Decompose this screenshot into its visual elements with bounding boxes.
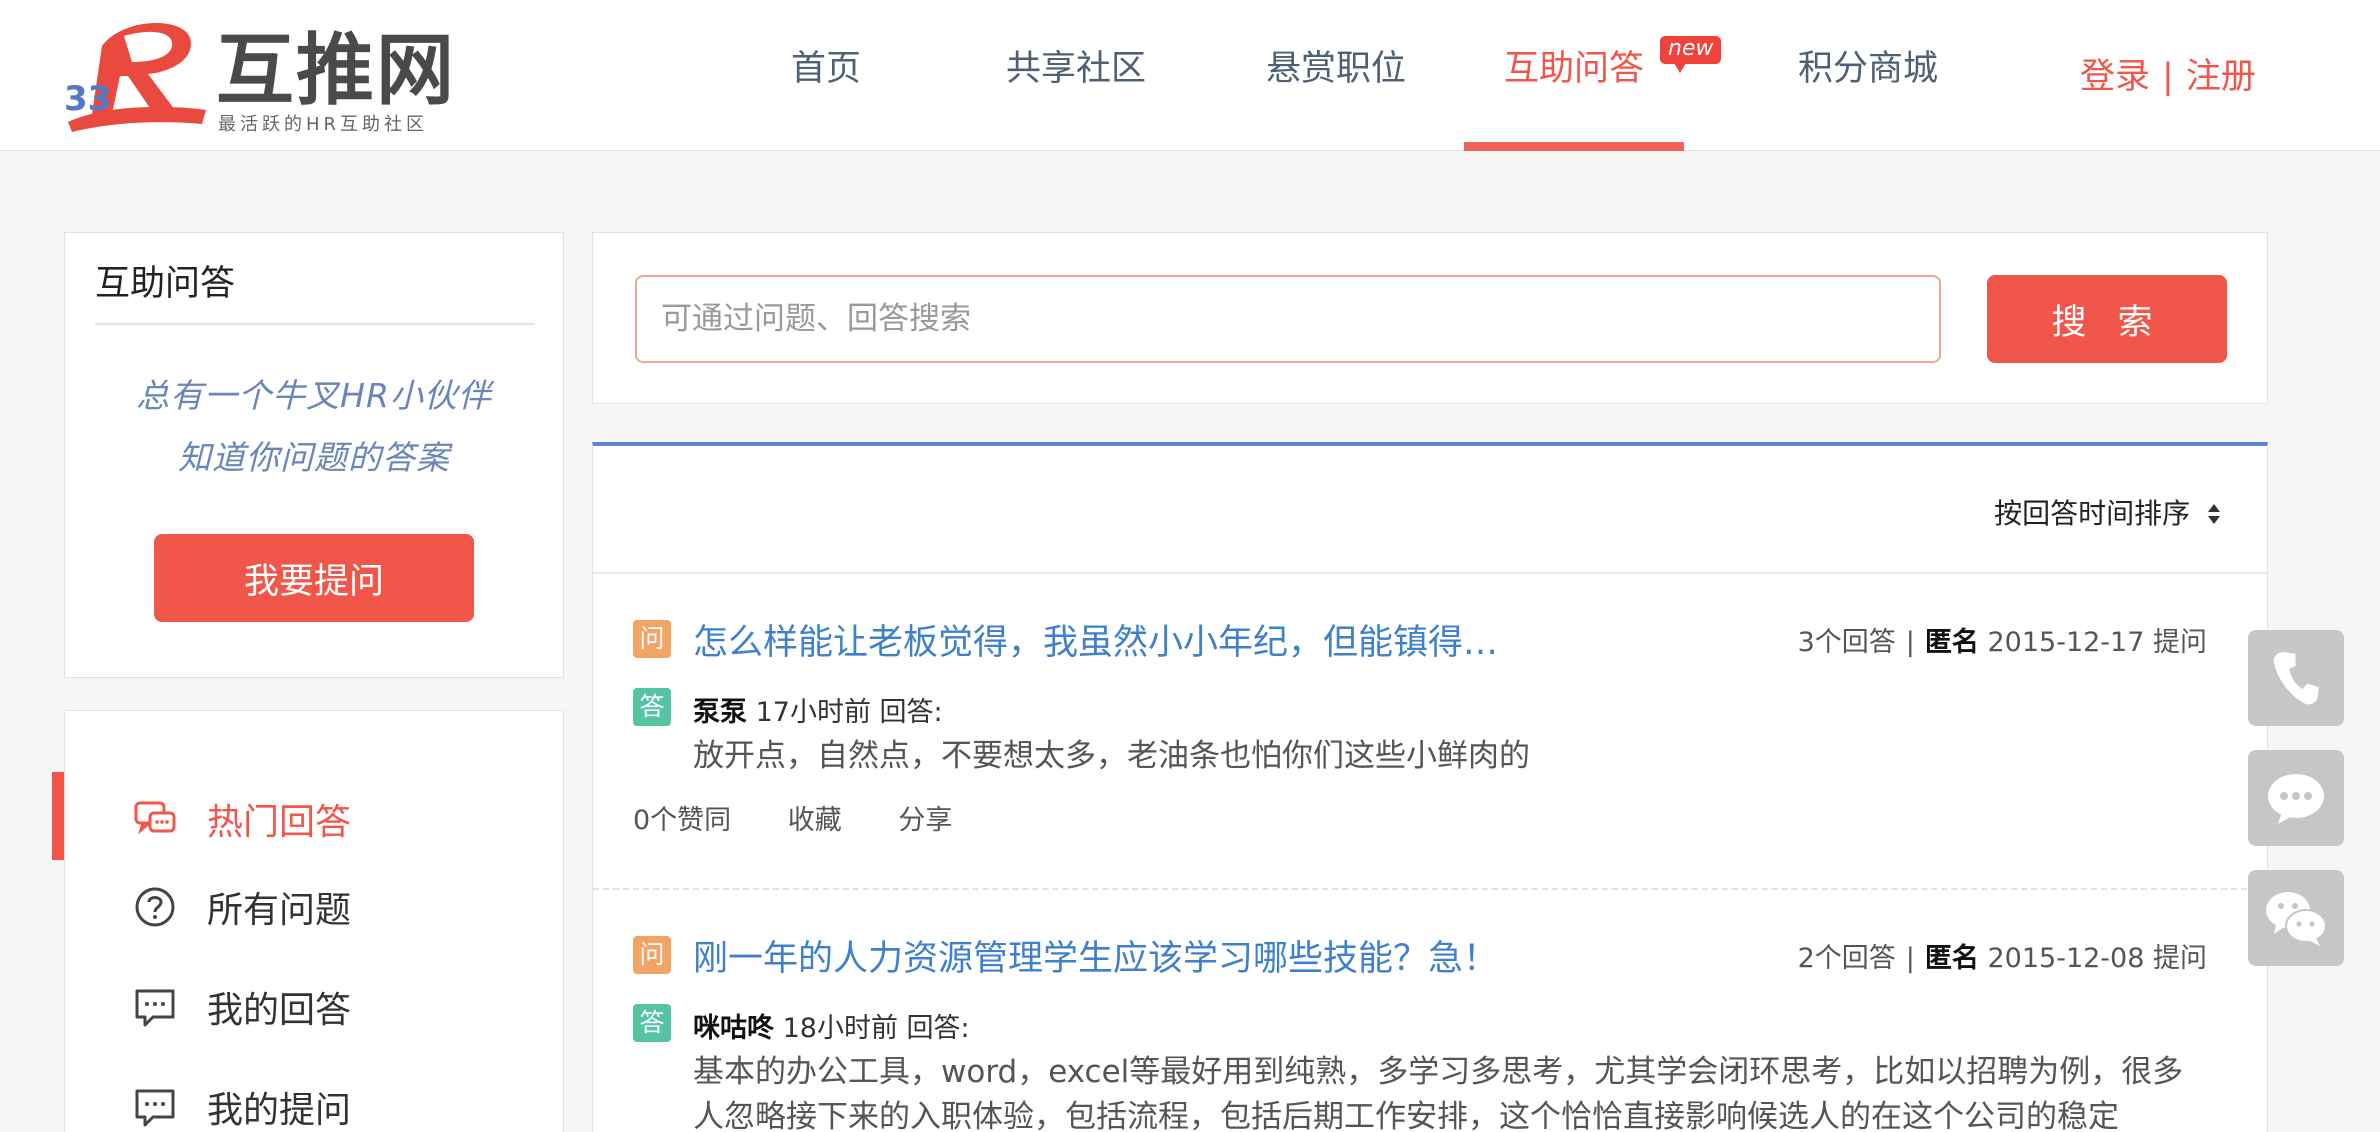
question-title[interactable]: 刚一年的人力资源管理学生应该学习哪些技能？急！ (693, 930, 1498, 981)
svg-text:33: 33 (64, 79, 111, 119)
search-panel: 搜 索 (592, 232, 2268, 404)
meta-separator: | (1905, 627, 1915, 658)
answer-text[interactable]: 放开点，自然点，不要想太多，老油条也怕你们这些小鲜肉的 (693, 734, 2193, 779)
answer-text[interactable]: 基本的办公工具，word，excel等最好用到纯熟，多学习多思考，尤其学会闭环思… (693, 1050, 2193, 1132)
question-title[interactable]: 怎么样能让老板觉得，我虽然小小年纪，但能镇得… (693, 614, 1498, 665)
sidebar-item-my-questions[interactable]: 我的提问 (65, 1061, 565, 1132)
answer-actions: 0个赞同 收藏 分享 (633, 798, 1000, 837)
sidebar-item-label: 所有问题 (207, 890, 352, 931)
new-badge: new (1660, 36, 1722, 73)
question-circle-icon (135, 887, 175, 927)
chat-icon (2268, 774, 2324, 824)
sidebar-item-label: 我的回答 (207, 990, 352, 1031)
login-link[interactable]: 登录 (2080, 57, 2150, 97)
answer-user[interactable]: 泵泵 (693, 697, 747, 728)
sidebar-item-all-questions[interactable]: 所有问题 (65, 861, 565, 949)
question-date: 2015-12-08 提问 (1987, 943, 2208, 974)
nav-reward-jobs[interactable]: 悬赏职位 (1242, 0, 1430, 151)
phone-float-button[interactable] (2248, 630, 2344, 726)
sidebar-slogan: 总有一个牛叉HR小伙伴 知道你问题的答案 (65, 365, 563, 489)
site-logo[interactable]: 33 互推网 最活跃的HR互助社区 (62, 18, 482, 135)
question-meta: 3个回答 | 匿名 2015-12-17 提问 (1798, 620, 2207, 659)
phone-icon (2273, 652, 2319, 705)
answer-header: 咪咕咚 18小时前 回答: (693, 1006, 970, 1045)
message-dots-icon (135, 1089, 175, 1127)
question-date: 2015-12-17 提问 (1987, 627, 2208, 658)
asker-name: 匿名 (1924, 943, 1979, 974)
wechat-float-button[interactable] (2248, 870, 2344, 966)
answer-tag: 答 (633, 688, 671, 726)
list-item: 问 刚一年的人力资源管理学生应该学习哪些技能？急！ 2个回答 | 匿名 2015-1… (633, 936, 2229, 1132)
nav-home[interactable]: 首页 (756, 0, 896, 151)
site-header: 33 互推网 最活跃的HR互助社区 首页 共享社区 悬赏职位 互助问答 积分商城… (0, 0, 2380, 151)
like-button[interactable]: 0个赞同 (633, 805, 731, 836)
answer-user[interactable]: 咪咕咚 (693, 1013, 774, 1044)
answer-time: 18小时前 回答: (782, 1013, 970, 1044)
favorite-button[interactable]: 收藏 (788, 805, 842, 836)
sidebar-divider (95, 323, 535, 325)
sidebar-item-my-answers[interactable]: 我的回答 (65, 961, 565, 1049)
nav-mutual-qa[interactable]: 互助问答 (1464, 0, 1684, 151)
nav-points-mall[interactable]: 积分商城 (1758, 0, 1978, 151)
ask-question-button[interactable]: 我要提问 (154, 534, 474, 622)
sidebar-item-label: 我的提问 (207, 1090, 352, 1131)
question-list: 按回答时间排序 问 怎么样能让老板觉得，我虽然小小年纪，但能镇得… 3个回答 | 匿… (592, 442, 2268, 1132)
answer-time: 17小时前 回答: (755, 697, 943, 728)
sort-label: 按回答时间排序 (1994, 497, 2191, 530)
logo-text: 互推网 (216, 26, 457, 116)
meta-separator: | (1905, 943, 1915, 974)
chat-bubbles-icon (134, 801, 176, 835)
sidebar-menu: 热门回答 所有问题 我的回答 我的提问 (64, 710, 564, 1132)
sort-by-answer-time[interactable]: 按回答时间排序 (1994, 492, 2221, 532)
sidebar-title: 互助问答 (95, 264, 236, 304)
chat-float-button[interactable] (2248, 750, 2344, 846)
answer-count[interactable]: 2个回答 (1798, 943, 1896, 974)
message-dots-icon (135, 989, 175, 1027)
answer-tag: 答 (633, 1004, 671, 1042)
sidebar-intro-card: 互助问答 总有一个牛叉HR小伙伴 知道你问题的答案 我要提问 (64, 232, 564, 678)
auth-separator: | (2162, 57, 2174, 97)
sidebar-item-label: 热门回答 (207, 802, 352, 843)
nav-share-community[interactable]: 共享社区 (982, 0, 1170, 151)
question-meta: 2个回答 | 匿名 2015-12-08 提问 (1798, 936, 2207, 975)
sidebar-active-indicator (52, 772, 64, 860)
slogan-line-2: 知道你问题的答案 (178, 438, 450, 477)
register-link[interactable]: 注册 (2186, 57, 2256, 97)
question-tag: 问 (633, 620, 671, 658)
wechat-icon (2266, 892, 2327, 946)
share-button[interactable]: 分享 (898, 805, 952, 836)
search-input[interactable] (635, 275, 1941, 363)
list-header-divider (593, 572, 2267, 574)
sort-arrows-icon (2208, 504, 2220, 524)
question-tag: 问 (633, 936, 671, 974)
slogan-line-1: 总有一个牛叉HR小伙伴 (136, 376, 492, 415)
search-button[interactable]: 搜 索 (1987, 275, 2227, 363)
auth-links: 登录 | 注册 (2080, 48, 2256, 99)
logo-tagline: 最活跃的HR互助社区 (218, 114, 429, 135)
sidebar-item-hot-answers[interactable]: 热门回答 (65, 773, 565, 861)
list-item: 问 怎么样能让老板觉得，我虽然小小年纪，但能镇得… 3个回答 | 匿名 2015-1… (633, 620, 2229, 860)
answer-count[interactable]: 3个回答 (1798, 627, 1896, 658)
logo-mark-icon: 33 (64, 23, 206, 132)
item-divider (593, 888, 2267, 890)
answer-header: 泵泵 17小时前 回答: (693, 690, 943, 729)
asker-name: 匿名 (1924, 627, 1979, 658)
